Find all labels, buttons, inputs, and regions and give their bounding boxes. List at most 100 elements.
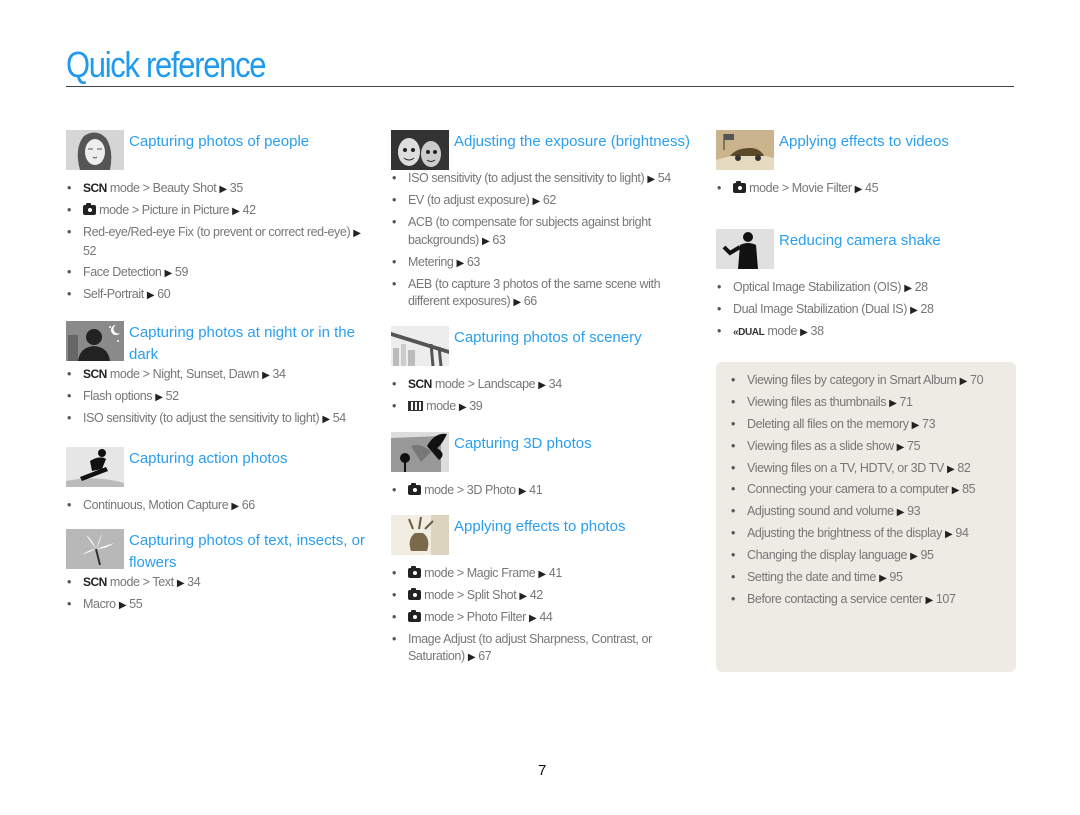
section-title[interactable]: Capturing photos of scenery xyxy=(454,327,642,349)
page-reference-link[interactable]: 75 xyxy=(904,439,921,453)
page-reference-link[interactable]: 63 xyxy=(464,255,481,269)
reference-item[interactable]: Flash options ▶ 52 xyxy=(66,388,366,407)
reference-item[interactable]: Metering ▶ 63 xyxy=(391,254,691,273)
page-reference-link[interactable]: 95 xyxy=(917,548,935,562)
page-reference-link[interactable]: 93 xyxy=(904,504,921,518)
page-reference-link[interactable]: 38 xyxy=(807,324,825,338)
page-reference-link[interactable]: 107 xyxy=(933,592,956,606)
item-label: Setting the date and time xyxy=(747,570,880,585)
page-reference-link[interactable]: 62 xyxy=(540,193,557,207)
page-reference-link[interactable]: 41 xyxy=(546,566,563,580)
page-reference-link[interactable]: 66 xyxy=(239,498,256,512)
reference-item[interactable]: Setting the date and time ▶ 95 xyxy=(730,569,1016,588)
page-reference-link[interactable]: 34 xyxy=(184,575,201,589)
item-label: Self-Portrait xyxy=(83,286,147,301)
section-title[interactable]: Applying effects to videos xyxy=(779,131,949,153)
reference-item[interactable]: Continuous, Motion Capture ▶ 66 xyxy=(66,497,366,516)
page-reference-link[interactable]: 42 xyxy=(239,203,257,217)
page-reference-link[interactable]: 60 xyxy=(154,287,171,301)
reference-item[interactable]: Changing the display language ▶ 95 xyxy=(730,547,1016,566)
title-divider xyxy=(66,86,1014,87)
section-title[interactable]: Adjusting the exposure (brightness) xyxy=(454,131,690,153)
page-reference-link[interactable]: 73 xyxy=(919,417,936,431)
reference-item[interactable]: mode ▶ 39 xyxy=(391,398,691,417)
reference-item[interactable]: ISO sensitivity (to adjust the sensitivi… xyxy=(391,170,691,189)
reference-item[interactable]: Self-Portrait ▶ 60 xyxy=(66,286,366,305)
reference-item[interactable]: mode > Photo Filter ▶ 44 xyxy=(391,609,691,628)
page-reference-link[interactable]: 54 xyxy=(330,411,347,425)
page-reference-link[interactable]: 85 xyxy=(959,482,976,496)
section-header: Capturing photos at night or in the dark xyxy=(66,321,366,366)
page-reference-link[interactable]: 67 xyxy=(475,649,492,663)
reference-item[interactable]: Optical Image Stabilization (OIS) ▶ 28 xyxy=(716,279,1016,298)
item-label: mode > Night, Sunset, Dawn xyxy=(106,367,263,381)
reference-item[interactable]: Viewing files on a TV, HDTV, or 3D TV ▶ … xyxy=(730,460,1016,479)
page-arrow-icon: ▶ xyxy=(538,568,546,580)
page-reference-link[interactable]: 42 xyxy=(527,588,544,602)
reference-item[interactable]: Deleting all files on the memory ▶ 73 xyxy=(730,416,1016,435)
section-title[interactable]: Capturing 3D photos xyxy=(454,433,592,455)
reference-item[interactable]: ISO sensitivity (to adjust the sensitivi… xyxy=(66,410,366,429)
reference-item[interactable]: mode > Picture in Picture ▶ 42 xyxy=(66,202,366,221)
item-label: Image Adjust (to adjust Sharpness, Contr… xyxy=(408,631,652,664)
page-reference-link[interactable]: 44 xyxy=(536,610,553,624)
page-reference-link[interactable]: 39 xyxy=(466,399,483,413)
page-reference-link[interactable]: 52 xyxy=(83,244,97,258)
section-title[interactable]: Applying effects to photos xyxy=(454,516,626,538)
section-title[interactable]: Capturing photos of people xyxy=(129,131,309,153)
reference-item[interactable]: Viewing files by category in Smart Album… xyxy=(730,372,1016,391)
bridge-icon xyxy=(391,325,449,366)
page-reference-link[interactable]: 82 xyxy=(954,461,971,475)
item-label: mode > 3D Photo xyxy=(421,483,519,497)
section-title[interactable]: Capturing photos of text, insects, or fl… xyxy=(129,530,366,574)
reference-item[interactable]: Before contacting a service center ▶ 107 xyxy=(730,591,1016,610)
section-title[interactable]: Reducing camera shake xyxy=(779,230,941,252)
reference-item[interactable]: Adjusting sound and volume ▶ 93 xyxy=(730,503,1016,522)
reference-item[interactable]: Connecting your camera to a computer ▶ 8… xyxy=(730,481,1016,500)
reference-item[interactable]: SCN mode > Text ▶ 34 xyxy=(66,574,366,593)
reference-item[interactable]: SCN mode > Landscape ▶ 34 xyxy=(391,376,691,395)
reference-item[interactable]: Macro ▶ 55 xyxy=(66,596,366,615)
section-header: Capturing photos of people xyxy=(66,130,366,170)
reference-item[interactable]: AEB (to capture 3 photos of the same sce… xyxy=(391,276,691,312)
reference-item[interactable]: EV (to adjust exposure) ▶ 62 xyxy=(391,192,691,211)
page-reference-link[interactable]: 41 xyxy=(526,483,543,497)
butterfly-3d-icon xyxy=(391,432,449,472)
page-reference-link[interactable]: 45 xyxy=(862,181,879,195)
page-reference-link[interactable]: 28 xyxy=(917,302,934,316)
reference-item[interactable]: Face Detection ▶ 59 xyxy=(66,264,366,283)
reference-item[interactable]: mode > Movie Filter ▶ 45 xyxy=(716,180,1016,199)
section-title[interactable]: Capturing action photos xyxy=(129,448,287,470)
section-title[interactable]: Capturing photos at night or in the dark xyxy=(129,322,366,366)
page-reference-link[interactable]: 66 xyxy=(521,294,538,308)
page-reference-link[interactable]: 95 xyxy=(886,570,903,584)
page-reference-link[interactable]: 28 xyxy=(912,280,929,294)
reference-item[interactable]: Red-eye/Red-eye Fix (to prevent or corre… xyxy=(66,224,366,260)
reference-item[interactable]: «DUAL mode ▶ 38 xyxy=(716,323,1016,342)
page-reference-link[interactable]: 63 xyxy=(489,233,506,247)
reference-section: Adjusting the exposure (brightness) ISO s… xyxy=(391,130,691,312)
item-label: ISO sensitivity (to adjust the sensitivi… xyxy=(83,411,323,425)
reference-item[interactable]: ACB (to compensate for subjects against … xyxy=(391,214,691,250)
reference-item[interactable]: Adjusting the brightness of the display … xyxy=(730,525,1016,544)
reference-item[interactable]: mode > 3D Photo ▶ 41 xyxy=(391,482,691,501)
reference-item[interactable]: Viewing files as a slide show ▶ 75 xyxy=(730,438,1016,457)
reference-item[interactable]: Viewing files as thumbnails ▶ 71 xyxy=(730,394,1016,413)
page-reference-link[interactable]: 54 xyxy=(655,171,672,185)
reference-item[interactable]: Dual Image Stabilization (Dual IS) ▶ 28 xyxy=(716,301,1016,320)
page-reference-link[interactable]: 34 xyxy=(546,377,563,391)
page-reference-link[interactable]: 52 xyxy=(163,389,180,403)
page-reference-link[interactable]: 71 xyxy=(896,395,913,409)
page-reference-link[interactable]: 35 xyxy=(227,181,244,195)
page-reference-link[interactable]: 70 xyxy=(967,373,984,387)
page-reference-link[interactable]: 94 xyxy=(952,526,969,540)
item-label: Metering xyxy=(408,254,457,269)
reference-item[interactable]: SCN mode > Night, Sunset, Dawn ▶ 34 xyxy=(66,366,366,385)
page-reference-link[interactable]: 55 xyxy=(126,597,143,611)
page-reference-link[interactable]: 59 xyxy=(172,265,189,279)
reference-item[interactable]: SCN mode > Beauty Shot ▶ 35 xyxy=(66,180,366,199)
reference-item[interactable]: mode > Split Shot ▶ 42 xyxy=(391,587,691,606)
reference-item[interactable]: Image Adjust (to adjust Sharpness, Contr… xyxy=(391,631,691,667)
page-reference-link[interactable]: 34 xyxy=(269,367,286,381)
reference-item[interactable]: mode > Magic Frame ▶ 41 xyxy=(391,565,691,584)
